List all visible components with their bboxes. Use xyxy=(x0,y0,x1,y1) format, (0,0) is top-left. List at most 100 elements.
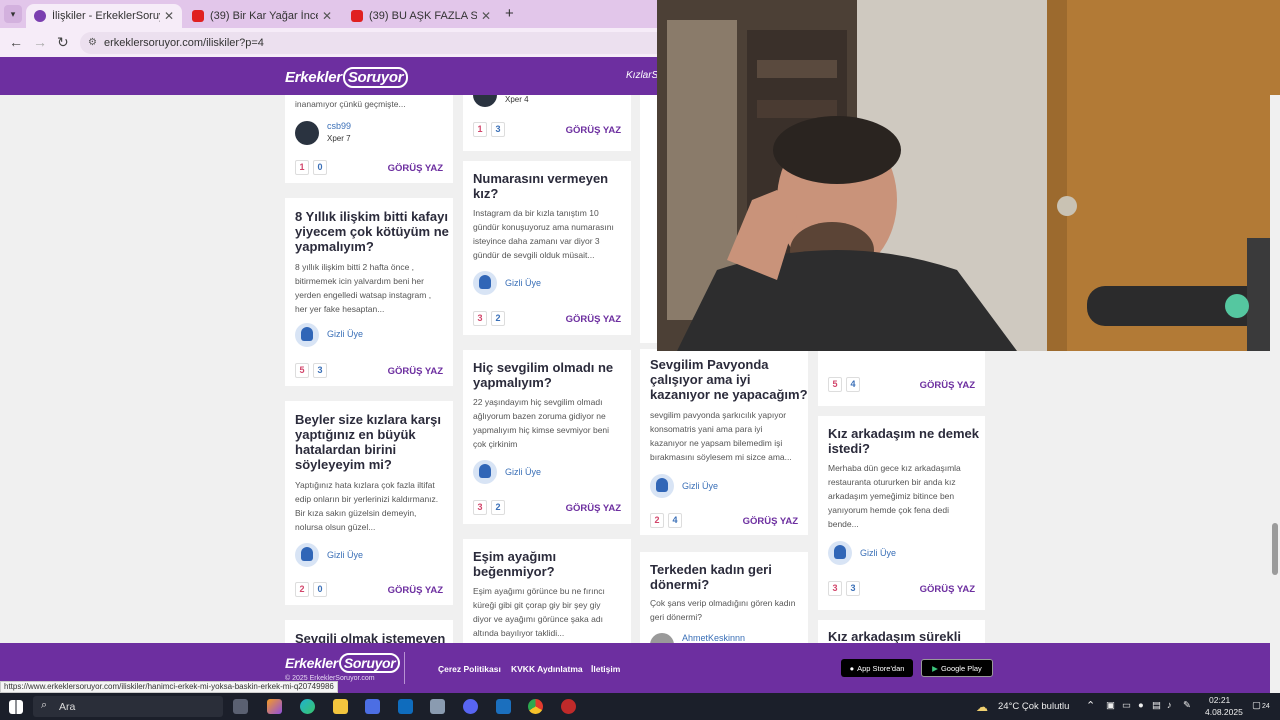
question-card[interactable]: 5 4 GÖRÜŞ YAZ xyxy=(818,350,985,406)
username[interactable]: csb99 xyxy=(327,121,351,131)
question-card[interactable]: Terkeden kadın geri dönermi? Çok şans ver… xyxy=(640,552,808,643)
question-title[interactable]: Beyler size kızlara karşı yaptığınız en b… xyxy=(295,412,441,472)
write-opinion-button[interactable]: GÖRÜŞ YAZ xyxy=(566,125,621,136)
question-card[interactable]: Sevgilim Pavyonda çalışıyor ama iyi kazanı… xyxy=(640,349,808,535)
task-view-icon[interactable] xyxy=(233,699,248,714)
site-logo[interactable]: Erkekler Soruyor xyxy=(285,67,409,88)
avatar[interactable] xyxy=(295,121,319,145)
question-card[interactable]: Numarasını vermeyen kız? Instagram da bir… xyxy=(463,161,631,335)
contact-link[interactable]: İletişim xyxy=(591,664,620,674)
tab-youtube-2[interactable]: (39) BU AŞK FAZLA SANA - You ✕ xyxy=(343,4,499,28)
write-opinion-button[interactable]: GÖRÜŞ YAZ xyxy=(920,380,975,391)
question-title[interactable]: Kız arkadaşım sürekli xyxy=(828,629,961,643)
avatar[interactable] xyxy=(295,323,319,347)
write-opinion-button[interactable]: GÖRÜŞ YAZ xyxy=(920,584,975,595)
back-arrow-icon[interactable]: ← xyxy=(9,34,23,50)
kizlar-soruyor-link[interactable]: KızlarS xyxy=(626,70,658,81)
write-opinion-button[interactable]: GÖRÜŞ YAZ xyxy=(566,314,621,325)
kvkk-link[interactable]: KVKK Aydınlatma xyxy=(511,664,583,674)
scrollbar[interactable] xyxy=(1270,95,1280,693)
tray-app-icon[interactable]: ▣ xyxy=(1106,700,1115,711)
question-title[interactable]: Terkeden kadın geri dönermi? xyxy=(650,562,772,592)
avatar[interactable] xyxy=(650,474,674,498)
avatar[interactable] xyxy=(828,541,852,565)
question-title[interactable]: Hiç sevgilim olmadı ne yapmalıyım? xyxy=(473,360,613,390)
username[interactable]: Gizli Üye xyxy=(505,467,541,477)
chrome-icon[interactable] xyxy=(528,699,543,714)
write-opinion-button[interactable]: GÖRÜŞ YAZ xyxy=(743,516,798,527)
file-explorer-icon[interactable] xyxy=(333,699,348,714)
discord-icon[interactable] xyxy=(463,699,478,714)
obs-icon[interactable] xyxy=(561,699,576,714)
chevron-up-icon[interactable]: ⌃ xyxy=(1086,699,1095,712)
opinion-count: 4 xyxy=(846,377,860,392)
close-tab-icon[interactable]: ✕ xyxy=(164,9,174,23)
pen-icon[interactable]: ✎ xyxy=(1183,700,1191,711)
site-settings-icon[interactable]: ⚙ xyxy=(88,37,97,48)
tab-list-button[interactable]: ▾ xyxy=(4,5,22,23)
notification-icon[interactable]: ▢ xyxy=(1252,700,1261,711)
close-tab-icon[interactable]: ✕ xyxy=(322,9,332,23)
windows-taskbar: ⌕ Ara ☁ 24°C Çok bulutlu ⌃ ▣ ▭ ● ▤ ♪ ✎ 0… xyxy=(0,693,1280,720)
clock-time[interactable]: 02:21 xyxy=(1209,695,1230,705)
edge-icon[interactable] xyxy=(300,699,315,714)
question-title[interactable]: Numarasını vermeyen kız? xyxy=(473,171,608,201)
taskbar-search[interactable]: ⌕ Ara xyxy=(33,696,223,717)
question-title[interactable]: Sevgilim Pavyonda çalışıyor ama iyi kazanı… xyxy=(650,357,808,402)
question-title[interactable]: Sevgili olmak istemeyen xyxy=(295,631,445,643)
close-tab-icon[interactable]: ✕ xyxy=(481,9,491,23)
username[interactable]: AhmetKeskinnn xyxy=(682,633,745,643)
weather-text[interactable]: 24°C Çok bulutlu xyxy=(998,701,1069,712)
tab-youtube-1[interactable]: (39) Bir Kar Yağar İnce İnce (REM ✕ xyxy=(184,4,340,28)
username[interactable]: Gizli Üye xyxy=(505,278,541,288)
avatar[interactable] xyxy=(295,543,319,567)
username[interactable]: Gizli Üye xyxy=(327,329,363,339)
question-card[interactable]: Kız arkadaşım ne demek istedi? Merhaba dü… xyxy=(818,416,985,610)
copilot-icon[interactable] xyxy=(267,699,282,714)
outlook-icon[interactable] xyxy=(398,699,413,714)
write-opinion-button[interactable]: GÖRÜŞ YAZ xyxy=(566,503,621,514)
question-card[interactable]: Kız arkadaşım sürekli xyxy=(818,620,985,643)
question-card[interactable]: Beyler size kızlara karşı yaptığınız en b… xyxy=(285,401,453,605)
avatar[interactable] xyxy=(473,95,497,107)
google-play-button[interactable]: ▶ Google Play xyxy=(921,659,993,677)
store-icon[interactable] xyxy=(365,699,380,714)
microphone-icon[interactable]: ● xyxy=(1138,700,1144,711)
scrollbar-thumb[interactable] xyxy=(1272,523,1278,575)
write-opinion-button[interactable]: GÖRÜŞ YAZ xyxy=(388,163,443,174)
new-tab-button[interactable]: + xyxy=(505,5,514,22)
question-card[interactable]: Hiç sevgilim olmadı ne yapmalıyım? 22 yaş… xyxy=(463,350,631,524)
network-icon[interactable]: ▤ xyxy=(1152,700,1161,711)
write-opinion-button[interactable]: GÖRÜŞ YAZ xyxy=(388,585,443,596)
question-card[interactable]: inanamıyor çünkü geçmişte... csb99 Xper … xyxy=(285,95,453,183)
question-card[interactable]: 8 Yıllık ilişkim bitti kafayı yiyecem çok… xyxy=(285,198,453,386)
forward-arrow-icon[interactable]: → xyxy=(33,34,47,50)
cookie-policy-link[interactable]: Çerez Politikası xyxy=(438,664,501,674)
avatar[interactable] xyxy=(473,460,497,484)
app-store-button[interactable]: ● App Store'dan xyxy=(841,659,913,677)
photos-icon[interactable] xyxy=(430,699,445,714)
avatar[interactable] xyxy=(473,271,497,295)
question-title[interactable]: Kız arkadaşım ne demek istedi? xyxy=(828,426,979,456)
windows-start-icon[interactable] xyxy=(9,700,23,714)
write-opinion-button[interactable]: GÖRÜŞ YAZ xyxy=(388,366,443,377)
question-card[interactable]: Sevgili olmak istemeyen xyxy=(285,620,453,643)
username[interactable]: Gizli Üye xyxy=(327,550,363,560)
question-card[interactable]: Xper 4 1 3 GÖRÜŞ YAZ xyxy=(463,95,631,151)
volume-icon[interactable]: ♪ xyxy=(1167,700,1172,711)
steam-icon[interactable] xyxy=(496,699,511,714)
upvote-count: 5 xyxy=(295,363,309,378)
tab-iliskiler[interactable]: İlişkiler - ErkeklerSoruyor ✕ xyxy=(26,4,182,28)
avatar[interactable] xyxy=(650,633,674,643)
opinion-count: 0 xyxy=(313,160,327,175)
weather-icon[interactable]: ☁ xyxy=(976,700,988,714)
clock-date[interactable]: 4.08.2025 xyxy=(1205,707,1243,717)
reload-icon[interactable]: ↻ xyxy=(57,34,69,51)
username[interactable]: Gizli Üye xyxy=(682,481,718,491)
question-card[interactable]: Eşim ayağımı beğenmiyor? Eşim ayağımı gör… xyxy=(463,539,631,643)
username[interactable]: Gizli Üye xyxy=(860,548,896,558)
footer-logo[interactable]: Erkekler Soruyor xyxy=(285,653,401,673)
battery-icon[interactable]: ▭ xyxy=(1122,700,1131,711)
question-title[interactable]: 8 Yıllık ilişkim bitti kafayı yiyecem çok… xyxy=(295,209,449,254)
question-title[interactable]: Eşim ayağımı beğenmiyor? xyxy=(473,549,556,579)
